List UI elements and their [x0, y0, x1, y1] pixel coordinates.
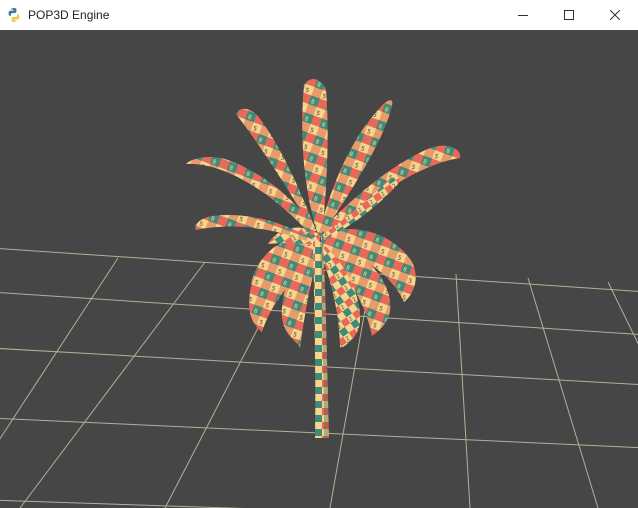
grid-line-col-6	[607, 281, 638, 345]
window-controls	[500, 0, 638, 30]
close-icon	[610, 10, 620, 20]
palm-tree-model	[186, 78, 461, 438]
app-window: POP3D Engine 5 8	[0, 0, 638, 508]
python-logo-icon	[8, 8, 20, 22]
title-bar[interactable]: POP3D Engine	[0, 0, 638, 30]
grid-line-col-1	[19, 261, 206, 508]
maximize-button[interactable]	[546, 0, 592, 30]
close-button[interactable]	[592, 0, 638, 30]
grid-line-col-4	[455, 273, 471, 508]
minimize-icon	[518, 15, 528, 16]
minimize-button[interactable]	[500, 0, 546, 30]
3d-viewport[interactable]: 5 8 2	[0, 30, 638, 508]
scene-canvas[interactable]: 5 8 2	[0, 30, 638, 508]
window-title: POP3D Engine	[28, 8, 110, 22]
grid-line-row-4	[0, 499, 245, 508]
grid-line-col-5	[527, 277, 599, 508]
maximize-icon	[564, 10, 574, 20]
